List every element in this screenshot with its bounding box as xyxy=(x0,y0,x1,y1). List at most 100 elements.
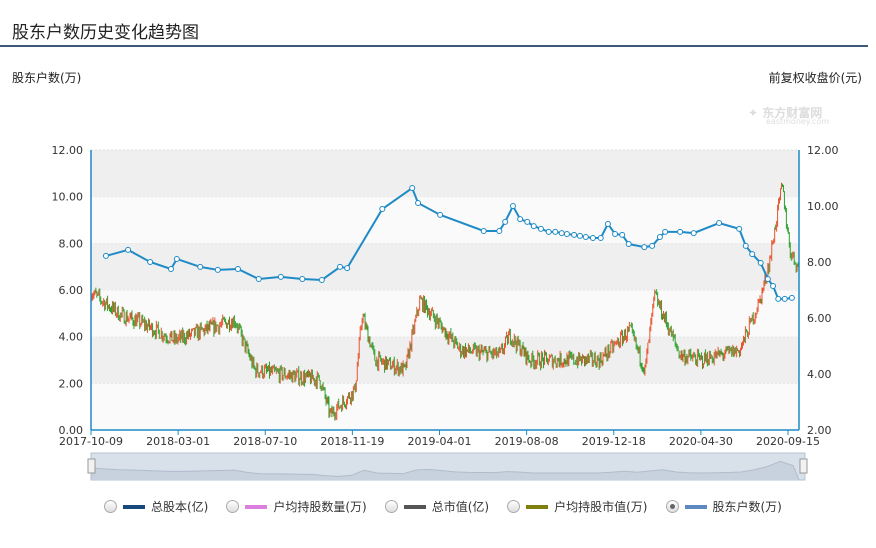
holders-point xyxy=(604,220,611,227)
holders-point xyxy=(781,295,788,302)
holders-point xyxy=(509,203,516,209)
grid-band xyxy=(91,150,799,197)
x-tick-label: 2018-11-19 xyxy=(320,435,384,448)
holders-point xyxy=(662,228,669,235)
legend-label: 总市值(亿) xyxy=(431,500,490,514)
holders-point xyxy=(437,211,444,218)
legend-item-holders[interactable]: 股东户数(万) xyxy=(665,498,782,515)
holders-point xyxy=(576,232,583,239)
legend-item-avg-value[interactable]: 户均持股市值(万) xyxy=(507,498,648,515)
left-tick-label: 2.00 xyxy=(59,377,84,390)
holders-point xyxy=(480,227,487,234)
chart-svg: 0.002.004.006.008.0010.0012.002.004.006.… xyxy=(52,144,839,481)
holders-point xyxy=(167,266,174,272)
left-tick-label: 6.00 xyxy=(59,284,84,297)
x-tick-label: 2019-12-18 xyxy=(582,435,646,448)
holders-point xyxy=(496,227,503,234)
x-tick-label: 2019-04-01 xyxy=(408,435,472,448)
right-tick-label: 8.00 xyxy=(807,256,832,269)
holders-point xyxy=(344,265,351,272)
holders-point xyxy=(625,241,632,248)
holders-point xyxy=(409,185,416,192)
holders-point xyxy=(234,266,241,272)
holders-point xyxy=(690,230,697,237)
holders-point xyxy=(537,225,544,232)
holders-point xyxy=(173,255,180,262)
holders-point xyxy=(742,242,749,249)
holders-point xyxy=(379,206,386,213)
legend-item-market-cap[interactable]: 总市值(亿) xyxy=(384,498,490,515)
holders-point xyxy=(597,234,604,241)
holders-point xyxy=(415,199,422,206)
holders-point xyxy=(530,223,537,230)
holders-point xyxy=(214,266,221,273)
legend-item-total-shares[interactable]: 总股本(亿) xyxy=(104,498,208,515)
x-tick-label: 2020-04-30 xyxy=(669,435,733,448)
holders-point xyxy=(612,231,619,237)
holders-point xyxy=(337,263,344,270)
holders-point xyxy=(563,231,570,237)
left-tick-label: 12.00 xyxy=(52,144,84,157)
holders-point xyxy=(582,234,589,241)
holders-point xyxy=(517,216,524,223)
holders-point xyxy=(749,251,756,258)
grid-band xyxy=(91,383,799,430)
holders-point xyxy=(736,225,743,232)
holders-point xyxy=(716,220,723,227)
radio-icon[interactable] xyxy=(226,500,240,513)
legend-swatch xyxy=(245,504,268,509)
legend-item-avg-shares[interactable]: 户均持股数量(万) xyxy=(226,498,367,515)
x-tick-label: 2018-07-10 xyxy=(233,435,297,448)
x-tick-label: 2018-03-01 xyxy=(146,435,210,448)
holders-point xyxy=(147,259,154,265)
left-tick-label: 10.00 xyxy=(52,191,84,204)
holders-point xyxy=(545,228,552,235)
navigator-handle[interactable] xyxy=(799,458,808,474)
legend-swatch xyxy=(403,504,426,509)
holders-point xyxy=(649,242,656,249)
legend-label: 股东户数(万) xyxy=(712,500,782,514)
holders-point xyxy=(764,276,771,283)
holders-point xyxy=(524,218,531,225)
holders-point xyxy=(255,276,262,283)
radio-icon[interactable] xyxy=(384,500,398,513)
grid-band xyxy=(91,196,799,244)
holders-point xyxy=(552,228,559,235)
radio-icon[interactable] xyxy=(104,500,117,513)
legend: 总股本(亿) 户均持股数量(万) 总市值(亿) 户均持股市值(万) 股东户数(万… xyxy=(104,498,782,515)
radio-selected-icon[interactable] xyxy=(665,500,679,513)
holders-point xyxy=(299,276,306,283)
left-tick-label: 8.00 xyxy=(59,237,84,250)
holders-point xyxy=(619,231,626,238)
holders-point xyxy=(502,218,509,225)
x-tick-label: 2019-08-08 xyxy=(495,435,559,448)
holders-point xyxy=(775,295,782,302)
left-tick-label: 4.00 xyxy=(59,331,84,344)
holders-point xyxy=(770,283,777,290)
radio-icon[interactable] xyxy=(507,500,521,513)
legend-label: 总股本(亿) xyxy=(151,500,209,514)
holders-point xyxy=(641,244,648,251)
holders-point xyxy=(589,234,596,241)
x-tick-label: 2017-10-09 xyxy=(59,435,123,448)
right-tick-label: 4.00 xyxy=(807,368,832,381)
legend-label: 户均持股数量(万) xyxy=(273,500,367,514)
holders-point xyxy=(677,228,684,235)
navigator-handle[interactable] xyxy=(87,458,96,474)
holders-point xyxy=(102,252,109,259)
holders-point xyxy=(656,234,663,241)
right-tick-label: 12.00 xyxy=(807,144,839,157)
x-tick-label: 2020-09-15 xyxy=(756,435,820,448)
legend-swatch xyxy=(684,504,707,509)
holders-point xyxy=(318,276,325,283)
holders-point xyxy=(558,230,565,237)
legend-swatch xyxy=(526,504,549,509)
legend-label: 户均持股市值(万) xyxy=(554,500,648,514)
right-tick-label: 10.00 xyxy=(807,200,839,213)
holders-point xyxy=(277,273,284,280)
holders-point xyxy=(757,259,764,266)
right-tick-label: 6.00 xyxy=(807,312,832,325)
holders-point xyxy=(197,263,204,270)
holders-point xyxy=(125,246,132,253)
legend-swatch xyxy=(123,504,145,509)
